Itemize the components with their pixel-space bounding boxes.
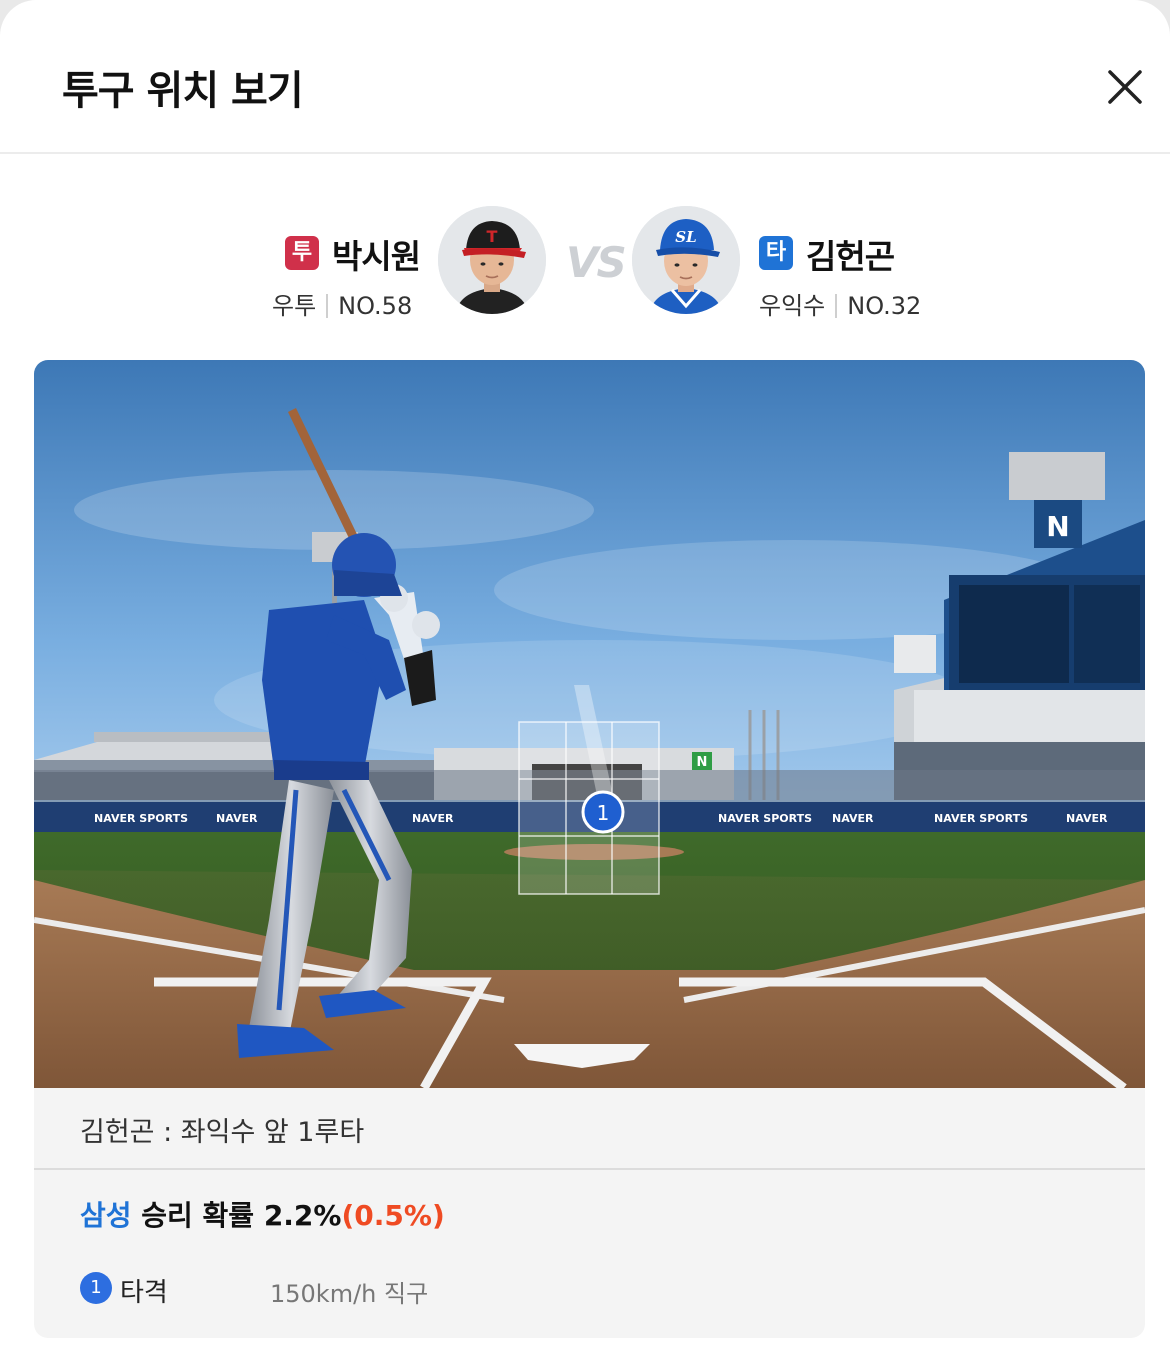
- batter-name: 김헌곤: [806, 237, 895, 276]
- ad-board: NAVER SPORTS: [718, 812, 812, 825]
- pitch-result-type: 타격: [120, 1278, 168, 1308]
- pitch-card: N N NAVER SPORTS NAVER NAVER NAVER SPORT…: [34, 360, 1145, 1338]
- pitch-location-sheet: 투구 위치 보기 투 박시원 우투 NO.58 T VS SL 타 김헌곤 우익…: [0, 0, 1170, 1353]
- svg-text:N: N: [697, 755, 708, 770]
- pitcher-photo: T: [438, 206, 546, 314]
- play-result: 김헌곤 : 좌익수 앞 1루타: [80, 1117, 365, 1148]
- ad-board: NAVER: [216, 812, 258, 825]
- pitcher-avatar[interactable]: T: [438, 206, 546, 314]
- pitch-speed-type: 150km/h 직구: [270, 1280, 429, 1308]
- sheet-header: 투구 위치 보기: [0, 0, 1170, 154]
- batter-role-badge: 타: [759, 236, 793, 270]
- batter-photo: SL: [632, 206, 740, 314]
- scoreboard-logo: N: [1046, 510, 1069, 543]
- pitch-marker[interactable]: 1: [581, 790, 625, 834]
- pitch-number-badge: 1: [80, 1272, 112, 1304]
- pitcher-throw: 우투: [272, 292, 317, 320]
- ad-board: NAVER: [412, 812, 454, 825]
- close-icon[interactable]: [1100, 62, 1150, 112]
- win-prob-label: 승리 확률 2.2%: [131, 1199, 342, 1232]
- ballpark-scene: N N NAVER SPORTS NAVER NAVER NAVER SPORT…: [34, 360, 1145, 1088]
- svg-text:1: 1: [597, 801, 610, 825]
- matchup: 투 박시원 우투 NO.58 T VS SL 타 김헌곤 우익수 NO.32: [0, 190, 1170, 330]
- meta-divider: [835, 294, 838, 318]
- batter-position: 우익수: [759, 292, 826, 320]
- win-probability: 삼성 승리 확률 2.2%(0.5%): [80, 1194, 445, 1234]
- pitcher-number: NO.58: [338, 292, 413, 320]
- meta-divider: [326, 294, 329, 318]
- ad-board: NAVER: [832, 812, 874, 825]
- divider: [34, 1168, 1145, 1170]
- page-title: 투구 위치 보기: [62, 68, 304, 114]
- ad-board: NAVER SPORTS: [94, 812, 188, 825]
- ad-board: NAVER SPORTS: [934, 812, 1028, 825]
- pitcher-name: 박시원: [332, 237, 421, 276]
- batter-meta: 우익수 NO.32: [759, 286, 921, 321]
- win-prob-team: 삼성: [80, 1199, 132, 1232]
- svg-text:SL: SL: [675, 228, 696, 246]
- batter-avatar[interactable]: SL: [632, 206, 740, 314]
- vs-label: VS: [566, 238, 627, 287]
- pitcher-meta: 우투 NO.58: [272, 286, 412, 321]
- svg-text:T: T: [487, 227, 498, 246]
- batter-number: NO.32: [847, 292, 922, 320]
- win-prob-delta: (0.5%): [341, 1199, 445, 1232]
- pitch-list-item[interactable]: 1 타격 150km/h 직구: [80, 1272, 680, 1308]
- pitcher-role-badge: 투: [285, 236, 319, 270]
- ad-board: NAVER: [1066, 812, 1108, 825]
